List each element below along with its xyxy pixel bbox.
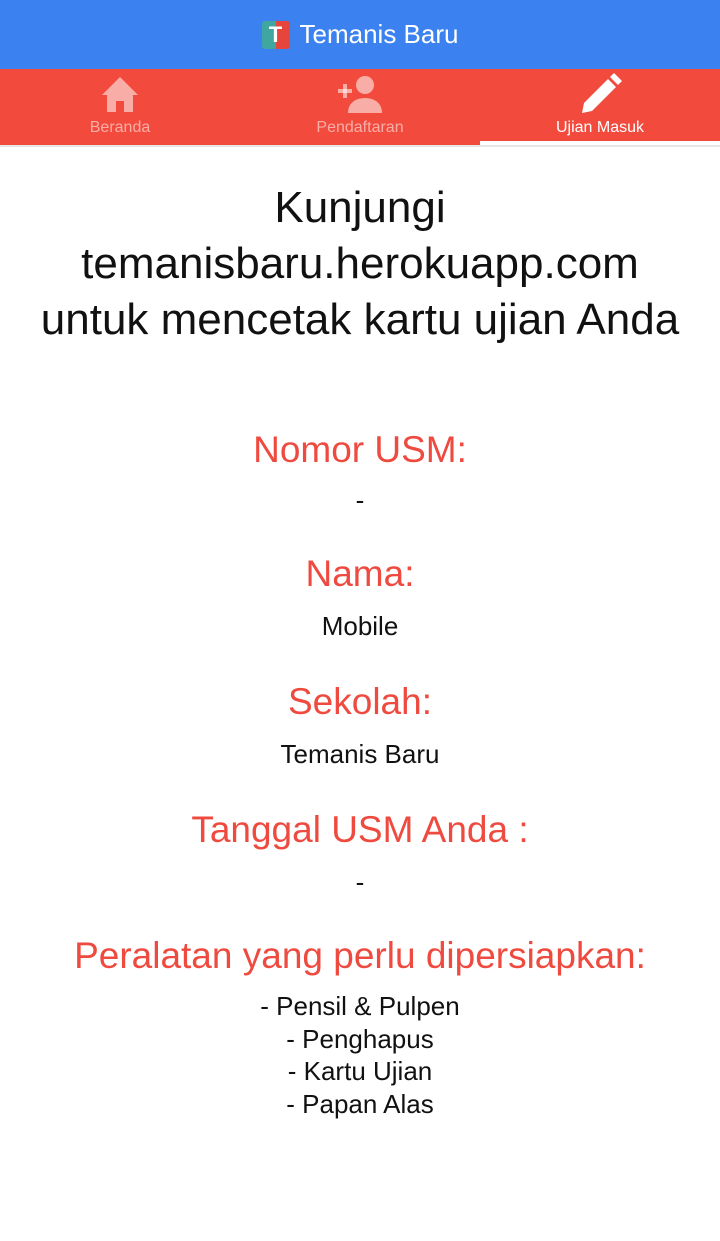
tab-beranda[interactable]: Beranda — [0, 69, 240, 145]
list-item: - Penghapus — [286, 1023, 434, 1054]
tab-label: Pendaftaran — [316, 119, 404, 136]
section-nama: Nama: Mobile — [0, 552, 720, 642]
section-value: - — [355, 485, 365, 515]
peralatan-list: - Pensil & Pulpen - Penghapus - Kartu Uj… — [0, 990, 720, 1120]
section-title: Peralatan yang perlu dipersiapkan: — [74, 935, 646, 976]
app-logo-letter: T — [268, 21, 283, 47]
section-value: - — [355, 867, 365, 897]
tab-pendaftaran[interactable]: Pendaftaran — [240, 69, 480, 145]
section-value: Mobile — [321, 611, 399, 641]
list-item: - Kartu Ujian — [287, 1056, 433, 1086]
section-title: Nomor USM: — [253, 429, 467, 470]
list-item: - Papan Alas — [286, 1088, 434, 1119]
section-sekolah: Sekolah: Temanis Baru — [0, 680, 720, 770]
section-title: Nama: — [305, 553, 415, 594]
tab-ujian-masuk[interactable]: Ujian Masuk — [480, 69, 720, 145]
section-nomor-usm: Nomor USM: - — [0, 428, 720, 516]
tab-label: Ujian Masuk — [555, 119, 645, 136]
main-content: Kunjungi temanisbaru.herokuapp.com untuk… — [0, 180, 720, 1120]
app-logo: T — [261, 20, 290, 49]
divider — [0, 145, 720, 147]
section-value: Temanis Baru — [280, 739, 440, 769]
tab-bar: Beranda Pendaftaran Ujian Masuk — [0, 69, 720, 145]
pencil-icon — [576, 73, 624, 117]
page-headline: Kunjungi temanisbaru.herokuapp.com untuk… — [40, 183, 680, 344]
section-title: Tanggal USM Anda : — [191, 809, 529, 850]
app-title: Temanis Baru — [299, 19, 459, 49]
section-title: Sekolah: — [288, 681, 432, 722]
list-item: - Pensil & Pulpen — [260, 991, 460, 1021]
section-tanggal-usm: Tanggal USM Anda : - — [0, 808, 720, 898]
section-peralatan: Peralatan yang perlu dipersiapkan: - Pen… — [0, 934, 720, 1120]
person-add-icon — [336, 73, 384, 117]
tab-label: Beranda — [89, 119, 151, 136]
home-icon — [96, 73, 144, 117]
app-bar: T Temanis Baru — [0, 0, 720, 69]
